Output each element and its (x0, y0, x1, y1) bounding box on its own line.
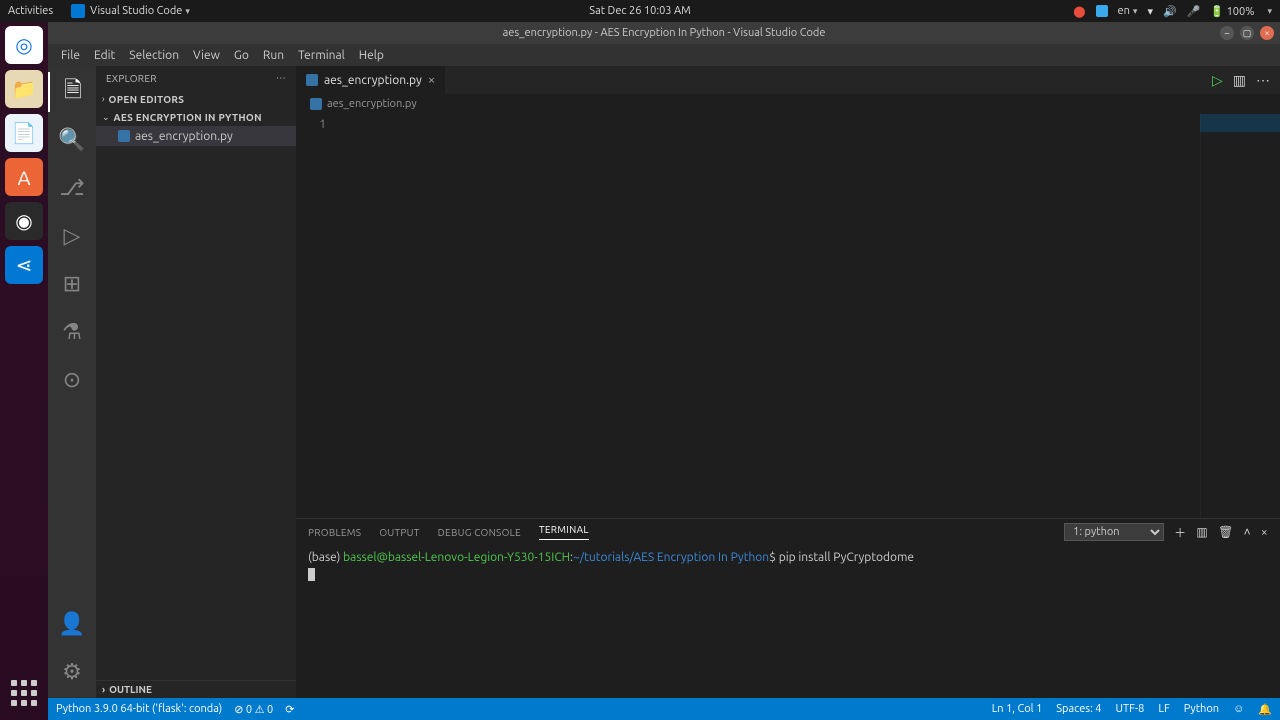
close-button[interactable]: × (1260, 26, 1274, 40)
status-python-env[interactable]: Python 3.9.0 64-bit ('flask': conda) (56, 703, 222, 715)
app-menu[interactable]: Visual Studio Code▾ (71, 4, 190, 18)
clock[interactable]: Sat Dec 26 10:03 AM (589, 5, 690, 17)
window-titlebar: aes_encryption.py - AES Encryption In Py… (48, 22, 1280, 44)
menu-bar: File Edit Selection View Go Run Terminal… (48, 44, 1280, 66)
maximize-panel-icon[interactable]: ˄ (1244, 525, 1251, 539)
close-panel-icon[interactable]: × (1261, 526, 1268, 539)
split-terminal-icon[interactable]: ▥ (1196, 525, 1208, 539)
explorer-more-icon[interactable]: ⋯ (276, 72, 286, 84)
accounts-icon[interactable]: 👤 (48, 604, 96, 644)
activities-button[interactable]: Activities (8, 5, 53, 17)
run-debug-icon[interactable]: ▷ (48, 216, 96, 256)
editor-tab-active[interactable]: aes_encryption.py × (296, 66, 446, 94)
maximize-button[interactable]: ▢ (1240, 26, 1254, 40)
line-gutter: 1 (296, 114, 338, 518)
keyboard-layout[interactable]: en▾ (1118, 5, 1138, 17)
activity-bar: 🗎 🔍 ⎇ ▷ ⊞ ⚗ ⊙ 👤 ⚙ (48, 66, 96, 698)
source-control-icon[interactable]: ⎇ (48, 168, 96, 208)
status-language[interactable]: Python (1184, 703, 1219, 715)
ubuntu-launcher: ◎ 📁 📄 A ◉ ⋖ (0, 22, 48, 720)
vscode-icon (71, 4, 85, 18)
code-content[interactable] (338, 114, 1280, 518)
editor-tabs: aes_encryption.py × ▷ ▥ ⋯ (296, 66, 1280, 94)
gnome-top-bar: Activities Visual Studio Code▾ Sat Dec 2… (0, 0, 1280, 22)
split-editor-icon[interactable]: ▥ (1233, 72, 1246, 89)
search-icon[interactable]: 🔍 (48, 120, 96, 160)
panel-tab-terminal[interactable]: TERMINAL (539, 524, 589, 540)
status-encoding[interactable]: UTF-8 (1116, 703, 1145, 715)
settings-gear-icon[interactable]: ⚙ (48, 652, 96, 692)
window-title: aes_encryption.py - AES Encryption In Py… (503, 27, 826, 39)
menu-help[interactable]: Help (352, 49, 391, 62)
status-bell-icon[interactable]: 🔔 (1258, 703, 1272, 716)
python-file-icon (118, 130, 130, 142)
status-radio-tower-icon[interactable]: ⟳ (285, 703, 294, 716)
menu-file[interactable]: File (54, 49, 87, 62)
file-item-aes-encryption[interactable]: aes_encryption.py (96, 126, 296, 146)
files-icon[interactable]: 📁 (5, 70, 43, 108)
tray-icon[interactable] (1096, 5, 1108, 17)
minimize-button[interactable]: – (1220, 26, 1234, 40)
open-editors-section[interactable]: › OPEN EDITORS (96, 90, 296, 108)
volume-icon[interactable]: 🔊 (1163, 5, 1177, 18)
breadcrumb[interactable]: aes_encryption.py (296, 94, 1280, 114)
status-bar: Python 3.9.0 64-bit ('flask': conda) ⊘ 0… (48, 698, 1280, 720)
ubuntu-software-icon[interactable]: A (5, 158, 43, 196)
kill-terminal-icon[interactable]: 🗑 (1218, 525, 1234, 539)
panel-tab-output[interactable]: OUTPUT (379, 527, 419, 538)
editor-group: aes_encryption.py × ▷ ▥ ⋯ aes_encryption… (296, 66, 1280, 698)
code-editor[interactable]: 1 (296, 114, 1280, 518)
menu-view[interactable]: View (186, 49, 227, 62)
extensions-icon[interactable]: ⊞ (48, 264, 96, 304)
testing-icon[interactable]: ⚗ (48, 312, 96, 352)
battery-status[interactable]: 🔋 100% (1210, 5, 1254, 18)
panel-tab-debug-console[interactable]: DEBUG CONSOLE (438, 527, 521, 538)
explorer-title: EXPLORER (106, 73, 157, 84)
status-cursor-position[interactable]: Ln 1, Col 1 (992, 703, 1043, 715)
system-menu-chevron[interactable]: ▾ (1267, 6, 1272, 17)
run-file-icon[interactable]: ▷ (1212, 72, 1223, 89)
status-eol[interactable]: LF (1158, 703, 1169, 715)
outline-section[interactable]: › OUTLINE (96, 680, 296, 698)
chrome-icon[interactable]: ◎ (5, 26, 43, 64)
python-file-icon (310, 98, 322, 110)
status-feedback-icon[interactable]: ☺ (1233, 703, 1244, 715)
status-problems[interactable]: ⊘ 0 ⚠ 0 (234, 703, 273, 716)
microphone-icon[interactable]: 🎤 (1187, 5, 1201, 18)
close-tab-icon[interactable]: × (428, 73, 435, 87)
menu-go[interactable]: Go (227, 49, 256, 62)
terminal-content[interactable]: (base) bassel@bassel-Lenovo-Legion-Y530-… (296, 545, 1280, 698)
editor-more-icon[interactable]: ⋯ (1256, 72, 1270, 89)
chevron-right-icon: › (102, 94, 105, 104)
terminal-selector[interactable]: 1: python (1064, 523, 1164, 541)
vscode-window: aes_encryption.py - AES Encryption In Py… (48, 22, 1280, 720)
menu-selection[interactable]: Selection (122, 49, 186, 62)
explorer-icon[interactable]: 🗎 (48, 72, 96, 112)
panel-tab-problems[interactable]: PROBLEMS (308, 527, 361, 538)
new-terminal-icon[interactable]: ＋ (1174, 524, 1186, 541)
explorer-sidebar: EXPLORER ⋯ › OPEN EDITORS ⌄ AES ENCRYPTI… (96, 66, 296, 698)
minimap[interactable] (1200, 114, 1280, 518)
status-indent[interactable]: Spaces: 4 (1056, 703, 1101, 715)
chevron-down-icon: ⌄ (102, 112, 110, 123)
chevron-right-icon: › (102, 684, 105, 695)
menu-edit[interactable]: Edit (87, 49, 122, 62)
libreoffice-writer-icon[interactable]: 📄 (5, 114, 43, 152)
terminal-cursor (308, 568, 315, 581)
menu-run[interactable]: Run (256, 49, 291, 62)
network-icon[interactable]: ▾ (1147, 5, 1153, 18)
show-applications-icon[interactable] (5, 674, 43, 712)
vscode-launcher-icon[interactable]: ⋖ (5, 246, 43, 284)
bottom-panel: PROBLEMS OUTPUT DEBUG CONSOLE TERMINAL 1… (296, 518, 1280, 698)
folder-section[interactable]: ⌄ AES ENCRYPTION IN PYTHON (96, 108, 296, 126)
remote-icon[interactable]: ⊙ (48, 360, 96, 400)
menu-terminal[interactable]: Terminal (291, 49, 352, 62)
chevron-down-icon: ▾ (185, 6, 190, 17)
record-icon[interactable]: ⬤ (1073, 5, 1085, 18)
python-file-icon (306, 74, 318, 86)
obs-icon[interactable]: ◉ (5, 202, 43, 240)
